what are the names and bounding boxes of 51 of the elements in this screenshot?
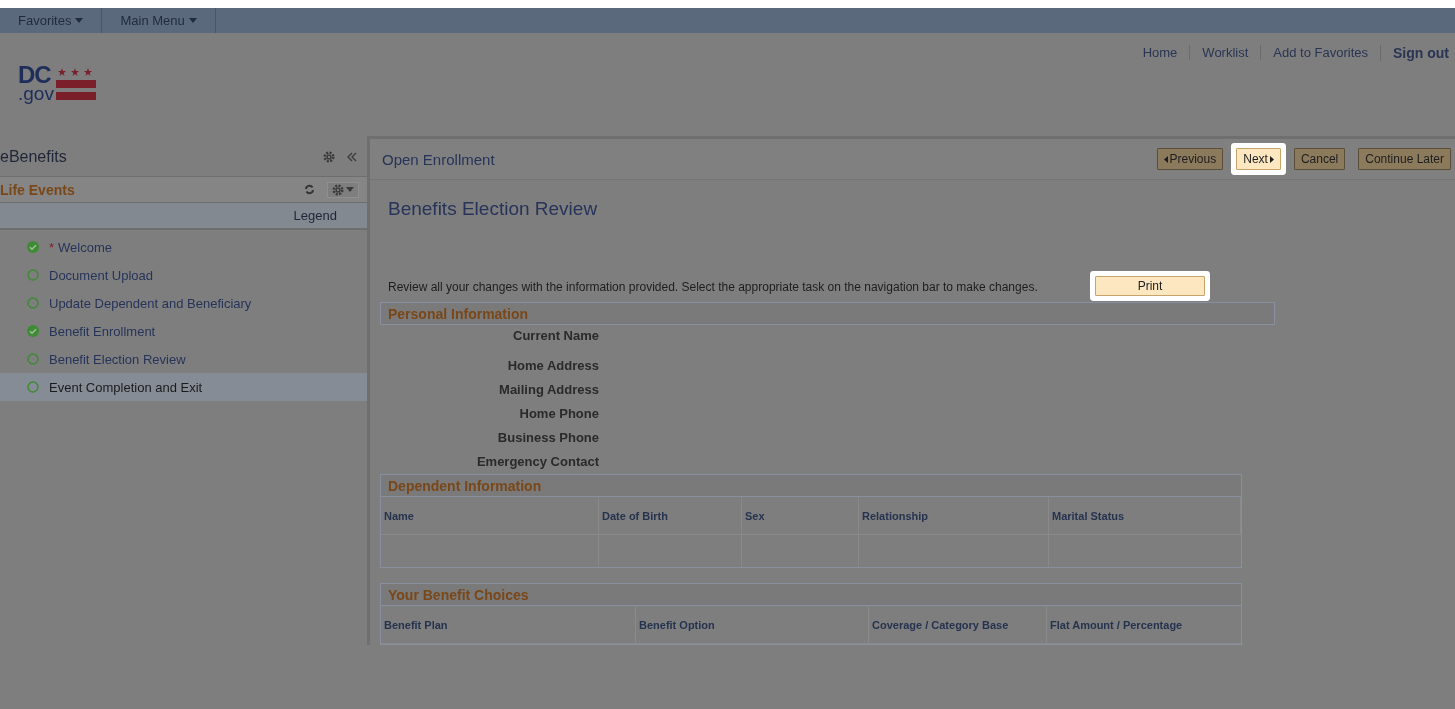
settings-dropdown[interactable]	[327, 181, 359, 198]
legend-link[interactable]: Legend	[293, 208, 337, 223]
caret-icon	[346, 187, 354, 192]
column-header: Marital Status	[1049, 497, 1241, 535]
left-arrow-icon	[1163, 155, 1168, 163]
logo: DC .gov	[18, 64, 96, 102]
field-label: Mailing Address	[498, 381, 599, 399]
header-link[interactable]: Sign out	[1380, 45, 1455, 61]
field-label: Home Address	[506, 357, 599, 375]
caret-icon	[188, 18, 197, 23]
instructions: Review all your changes with the information provided. Select the appropriate task on the navigation bar to make changes.	[388, 279, 1039, 296]
right-arrow-icon	[1269, 155, 1274, 163]
column-header: Sex	[742, 497, 859, 535]
step-item[interactable]: * Welcome	[0, 233, 367, 261]
column-header: Flat Amount / Percentage	[1047, 606, 1243, 644]
nav-menu[interactable]: Main Menu	[102, 8, 216, 33]
field-label: Emergency Contact	[475, 453, 599, 471]
section-title: Life Events	[0, 181, 75, 198]
column-header: Benefit Option	[636, 606, 869, 644]
step-item[interactable]: Document Upload	[0, 261, 367, 289]
section-header: Dependent Information	[380, 474, 1242, 497]
nav-menu[interactable]: Favorites	[0, 8, 103, 33]
step-item[interactable]: Update Dependent and Beneficiary	[0, 289, 367, 317]
collapse-icon[interactable]	[347, 152, 357, 162]
field-label: Current Name	[512, 327, 599, 345]
action-button[interactable]: Continue Later	[1358, 148, 1451, 170]
caret-icon	[75, 18, 84, 23]
refresh-icon[interactable]	[304, 184, 315, 195]
page-header: Open Enrollment	[382, 150, 495, 168]
flag-icon	[55, 66, 96, 102]
settings-icon[interactable]	[332, 183, 344, 196]
field-label: Home Phone	[518, 405, 599, 423]
step-item[interactable]: Benefit Election Review	[0, 345, 367, 373]
action-button[interactable]: Cancel	[1293, 148, 1346, 170]
page-title: Benefits Election Review	[388, 198, 599, 220]
step-item[interactable]: Event Completion and Exit	[0, 373, 367, 401]
column-header: Benefit Plan	[381, 606, 636, 644]
header-link[interactable]: Add to Favorites	[1260, 45, 1380, 60]
sidebar-title: eBenefits	[0, 148, 67, 166]
column-header: Relationship	[859, 497, 1049, 535]
previous-button[interactable]: Previous	[1156, 148, 1224, 170]
header-link[interactable]: Home	[1130, 45, 1190, 60]
settings-icon[interactable]	[323, 151, 335, 163]
field-label: Business Phone	[496, 429, 599, 447]
column-header: Coverage / Category Base	[869, 606, 1047, 644]
step-item[interactable]: Benefit Enrollment	[0, 317, 367, 345]
column-header: Date of Birth	[599, 497, 742, 535]
section-header: Your Benefit Choices	[380, 583, 1242, 606]
section-header: Personal Information	[380, 302, 1275, 325]
header-link[interactable]: Worklist	[1189, 45, 1261, 60]
column-header: Name	[381, 497, 599, 535]
